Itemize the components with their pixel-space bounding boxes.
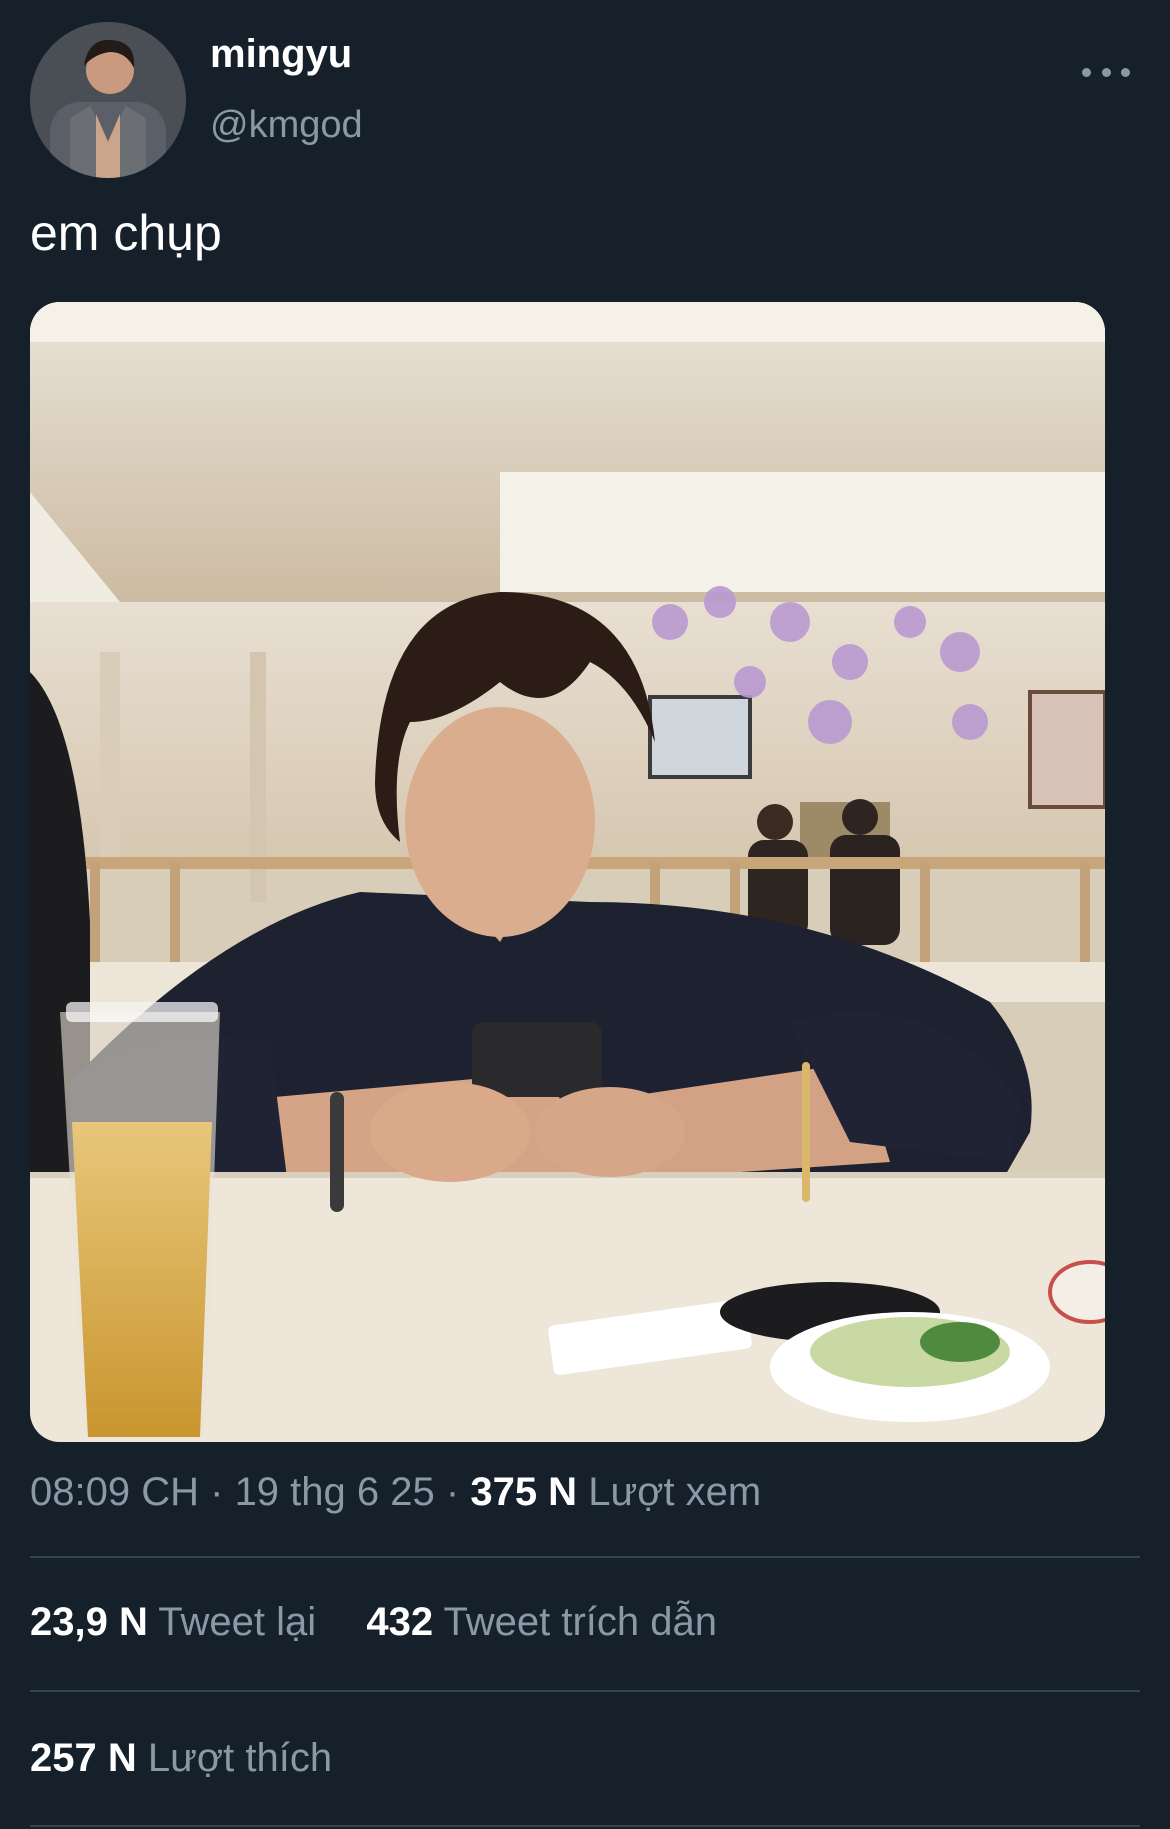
views-count: 375 N [470, 1470, 578, 1514]
retweet-quote-stats: 23,9 N Tweet lại 432 Tweet trích dẫn [30, 1600, 717, 1645]
more-options-button[interactable] [1082, 60, 1130, 84]
divider [30, 1556, 1140, 1558]
author-display-name[interactable]: mingyu [210, 32, 352, 77]
views-label: Lượt xem [588, 1470, 762, 1514]
likes-label: Lượt thích [147, 1736, 333, 1780]
retweets-count: 23,9 N [30, 1600, 148, 1644]
more-horizontal-icon [1082, 67, 1091, 77]
more-horizontal-icon-dot [1121, 67, 1130, 77]
tweet-date[interactable]: 19 thg 6 25 [235, 1470, 435, 1514]
likes-count: 257 N [30, 1736, 137, 1780]
more-horizontal-icon-dot [1101, 67, 1111, 77]
tweet-text: em chụp [30, 205, 222, 261]
quotes-label: Tweet trích dẫn [443, 1600, 717, 1644]
retweets-label: Tweet lại [158, 1600, 317, 1644]
meta-separator: · [445, 1470, 460, 1514]
photo-image [30, 302, 1105, 1442]
quotes-stat[interactable]: 432 Tweet trích dẫn [366, 1600, 717, 1644]
meta-separator: · [210, 1470, 224, 1514]
quotes-count: 432 [366, 1600, 434, 1644]
tweet-meta: 08:09 CH · 19 thg 6 25 · 375 N Lượt xem [30, 1470, 761, 1515]
avatar-image [30, 22, 186, 178]
tweet-time[interactable]: 08:09 CH [30, 1470, 199, 1514]
retweets-stat[interactable]: 23,9 N Tweet lại [30, 1600, 327, 1644]
divider [30, 1825, 1140, 1827]
avatar[interactable] [30, 22, 186, 178]
author-handle[interactable]: @kmgod [210, 104, 363, 147]
tweet-photo[interactable] [30, 302, 1105, 1442]
divider [30, 1690, 1140, 1692]
likes-stat[interactable]: 257 N Lượt thích [30, 1736, 332, 1781]
